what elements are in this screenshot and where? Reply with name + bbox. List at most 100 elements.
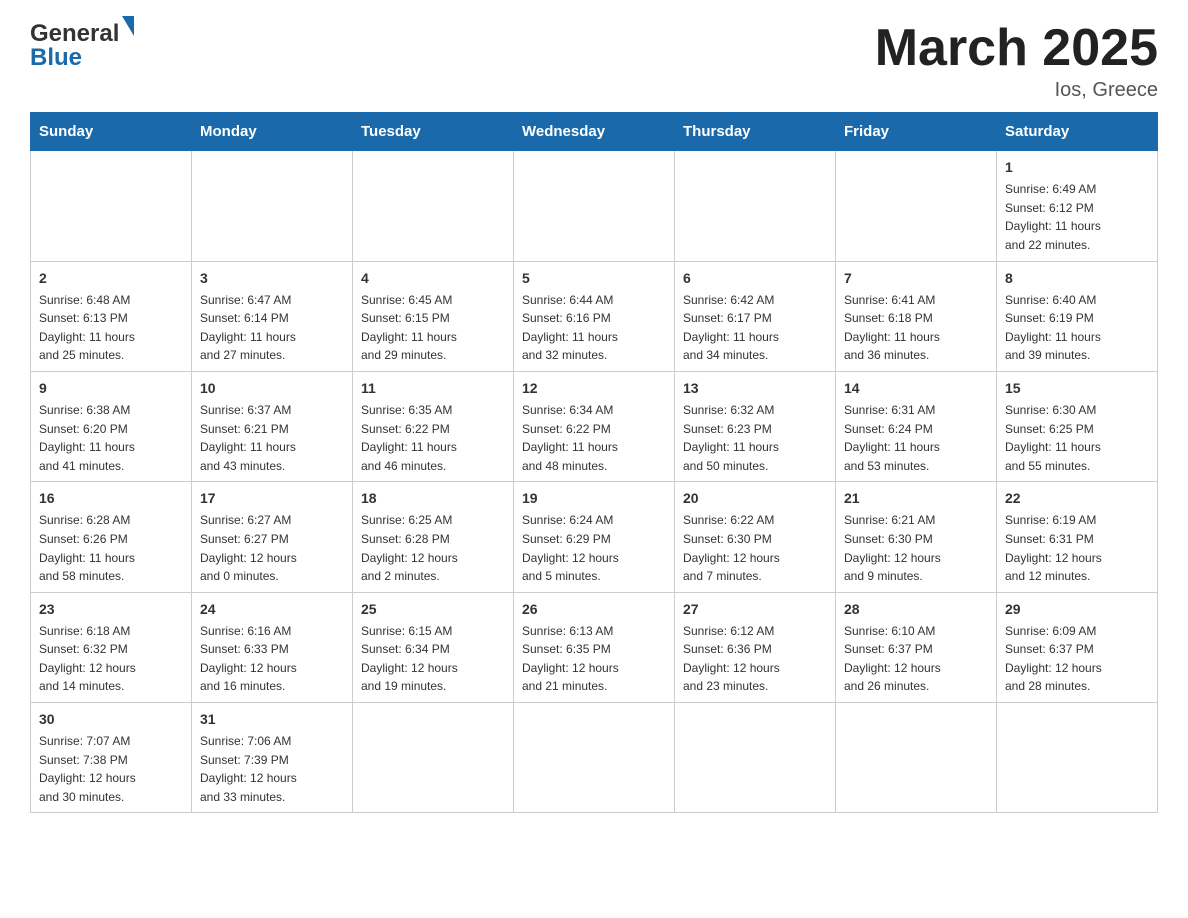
calendar-cell: 19Sunrise: 6:24 AM Sunset: 6:29 PM Dayli… <box>514 482 675 592</box>
day-info: Sunrise: 6:44 AM Sunset: 6:16 PM Dayligh… <box>522 291 666 365</box>
logo-blue: Blue <box>30 44 82 72</box>
calendar-cell: 18Sunrise: 6:25 AM Sunset: 6:28 PM Dayli… <box>353 482 514 592</box>
calendar-cell <box>31 151 192 261</box>
day-info: Sunrise: 6:45 AM Sunset: 6:15 PM Dayligh… <box>361 291 505 365</box>
calendar-cell: 29Sunrise: 6:09 AM Sunset: 6:37 PM Dayli… <box>997 592 1158 702</box>
calendar-cell: 28Sunrise: 6:10 AM Sunset: 6:37 PM Dayli… <box>836 592 997 702</box>
day-info: Sunrise: 6:22 AM Sunset: 6:30 PM Dayligh… <box>683 511 827 585</box>
calendar-cell: 8Sunrise: 6:40 AM Sunset: 6:19 PM Daylig… <box>997 261 1158 371</box>
day-info: Sunrise: 6:49 AM Sunset: 6:12 PM Dayligh… <box>1005 180 1149 254</box>
day-of-week-sunday: Sunday <box>31 113 192 151</box>
day-number: 12 <box>522 378 666 399</box>
day-number: 1 <box>1005 157 1149 178</box>
month-title: March 2025 <box>875 20 1158 77</box>
day-info: Sunrise: 6:25 AM Sunset: 6:28 PM Dayligh… <box>361 511 505 585</box>
calendar-cell: 24Sunrise: 6:16 AM Sunset: 6:33 PM Dayli… <box>192 592 353 702</box>
day-info: Sunrise: 6:30 AM Sunset: 6:25 PM Dayligh… <box>1005 401 1149 475</box>
day-info: Sunrise: 6:09 AM Sunset: 6:37 PM Dayligh… <box>1005 622 1149 696</box>
location-subtitle: Ios, Greece <box>875 79 1158 102</box>
day-number: 28 <box>844 599 988 620</box>
day-info: Sunrise: 6:42 AM Sunset: 6:17 PM Dayligh… <box>683 291 827 365</box>
logo: General Blue <box>30 20 134 72</box>
day-number: 31 <box>200 709 344 730</box>
calendar-cell: 23Sunrise: 6:18 AM Sunset: 6:32 PM Dayli… <box>31 592 192 702</box>
day-of-week-tuesday: Tuesday <box>353 113 514 151</box>
calendar-cell <box>675 151 836 261</box>
day-number: 10 <box>200 378 344 399</box>
calendar-cell: 11Sunrise: 6:35 AM Sunset: 6:22 PM Dayli… <box>353 371 514 481</box>
day-number: 20 <box>683 488 827 509</box>
calendar-cell: 2Sunrise: 6:48 AM Sunset: 6:13 PM Daylig… <box>31 261 192 371</box>
day-number: 18 <box>361 488 505 509</box>
calendar-cell: 6Sunrise: 6:42 AM Sunset: 6:17 PM Daylig… <box>675 261 836 371</box>
day-number: 11 <box>361 378 505 399</box>
day-of-week-wednesday: Wednesday <box>514 113 675 151</box>
day-info: Sunrise: 6:35 AM Sunset: 6:22 PM Dayligh… <box>361 401 505 475</box>
day-number: 2 <box>39 268 183 289</box>
calendar-cell <box>514 703 675 813</box>
day-info: Sunrise: 6:38 AM Sunset: 6:20 PM Dayligh… <box>39 401 183 475</box>
calendar-table: SundayMondayTuesdayWednesdayThursdayFrid… <box>30 112 1158 813</box>
calendar-cell: 25Sunrise: 6:15 AM Sunset: 6:34 PM Dayli… <box>353 592 514 702</box>
calendar-cell: 14Sunrise: 6:31 AM Sunset: 6:24 PM Dayli… <box>836 371 997 481</box>
day-number: 22 <box>1005 488 1149 509</box>
calendar-cell <box>192 151 353 261</box>
calendar-cell <box>836 151 997 261</box>
calendar-week-6: 30Sunrise: 7:07 AM Sunset: 7:38 PM Dayli… <box>31 703 1158 813</box>
title-area: March 2025 Ios, Greece <box>875 20 1158 102</box>
day-info: Sunrise: 6:19 AM Sunset: 6:31 PM Dayligh… <box>1005 511 1149 585</box>
calendar-cell: 3Sunrise: 6:47 AM Sunset: 6:14 PM Daylig… <box>192 261 353 371</box>
day-info: Sunrise: 6:28 AM Sunset: 6:26 PM Dayligh… <box>39 511 183 585</box>
day-info: Sunrise: 6:31 AM Sunset: 6:24 PM Dayligh… <box>844 401 988 475</box>
calendar-cell: 16Sunrise: 6:28 AM Sunset: 6:26 PM Dayli… <box>31 482 192 592</box>
day-info: Sunrise: 6:27 AM Sunset: 6:27 PM Dayligh… <box>200 511 344 585</box>
day-info: Sunrise: 6:10 AM Sunset: 6:37 PM Dayligh… <box>844 622 988 696</box>
day-info: Sunrise: 6:32 AM Sunset: 6:23 PM Dayligh… <box>683 401 827 475</box>
calendar-week-4: 16Sunrise: 6:28 AM Sunset: 6:26 PM Dayli… <box>31 482 1158 592</box>
day-info: Sunrise: 6:21 AM Sunset: 6:30 PM Dayligh… <box>844 511 988 585</box>
calendar-cell: 26Sunrise: 6:13 AM Sunset: 6:35 PM Dayli… <box>514 592 675 702</box>
calendar-cell: 13Sunrise: 6:32 AM Sunset: 6:23 PM Dayli… <box>675 371 836 481</box>
day-info: Sunrise: 6:48 AM Sunset: 6:13 PM Dayligh… <box>39 291 183 365</box>
calendar-cell: 22Sunrise: 6:19 AM Sunset: 6:31 PM Dayli… <box>997 482 1158 592</box>
day-info: Sunrise: 6:37 AM Sunset: 6:21 PM Dayligh… <box>200 401 344 475</box>
day-number: 15 <box>1005 378 1149 399</box>
day-number: 7 <box>844 268 988 289</box>
day-number: 16 <box>39 488 183 509</box>
day-info: Sunrise: 6:15 AM Sunset: 6:34 PM Dayligh… <box>361 622 505 696</box>
day-number: 30 <box>39 709 183 730</box>
calendar-week-1: 1Sunrise: 6:49 AM Sunset: 6:12 PM Daylig… <box>31 151 1158 261</box>
day-info: Sunrise: 6:24 AM Sunset: 6:29 PM Dayligh… <box>522 511 666 585</box>
calendar-cell <box>353 703 514 813</box>
calendar-header-row: SundayMondayTuesdayWednesdayThursdayFrid… <box>31 113 1158 151</box>
logo-triangle-icon <box>122 16 134 36</box>
calendar-cell: 31Sunrise: 7:06 AM Sunset: 7:39 PM Dayli… <box>192 703 353 813</box>
day-number: 27 <box>683 599 827 620</box>
calendar-cell: 27Sunrise: 6:12 AM Sunset: 6:36 PM Dayli… <box>675 592 836 702</box>
day-number: 14 <box>844 378 988 399</box>
calendar-cell: 9Sunrise: 6:38 AM Sunset: 6:20 PM Daylig… <box>31 371 192 481</box>
day-info: Sunrise: 7:06 AM Sunset: 7:39 PM Dayligh… <box>200 732 344 806</box>
day-number: 9 <box>39 378 183 399</box>
day-info: Sunrise: 6:34 AM Sunset: 6:22 PM Dayligh… <box>522 401 666 475</box>
day-info: Sunrise: 6:16 AM Sunset: 6:33 PM Dayligh… <box>200 622 344 696</box>
calendar-cell <box>675 703 836 813</box>
day-number: 24 <box>200 599 344 620</box>
calendar-cell: 12Sunrise: 6:34 AM Sunset: 6:22 PM Dayli… <box>514 371 675 481</box>
day-of-week-monday: Monday <box>192 113 353 151</box>
day-number: 5 <box>522 268 666 289</box>
calendar-week-5: 23Sunrise: 6:18 AM Sunset: 6:32 PM Dayli… <box>31 592 1158 702</box>
day-info: Sunrise: 6:41 AM Sunset: 6:18 PM Dayligh… <box>844 291 988 365</box>
day-info: Sunrise: 6:12 AM Sunset: 6:36 PM Dayligh… <box>683 622 827 696</box>
day-info: Sunrise: 7:07 AM Sunset: 7:38 PM Dayligh… <box>39 732 183 806</box>
calendar-cell: 30Sunrise: 7:07 AM Sunset: 7:38 PM Dayli… <box>31 703 192 813</box>
calendar-cell: 4Sunrise: 6:45 AM Sunset: 6:15 PM Daylig… <box>353 261 514 371</box>
calendar-cell: 1Sunrise: 6:49 AM Sunset: 6:12 PM Daylig… <box>997 151 1158 261</box>
page-header: General Blue March 2025 Ios, Greece <box>30 20 1158 102</box>
calendar-cell <box>836 703 997 813</box>
day-number: 8 <box>1005 268 1149 289</box>
day-number: 26 <box>522 599 666 620</box>
calendar-cell: 21Sunrise: 6:21 AM Sunset: 6:30 PM Dayli… <box>836 482 997 592</box>
day-of-week-saturday: Saturday <box>997 113 1158 151</box>
day-of-week-thursday: Thursday <box>675 113 836 151</box>
